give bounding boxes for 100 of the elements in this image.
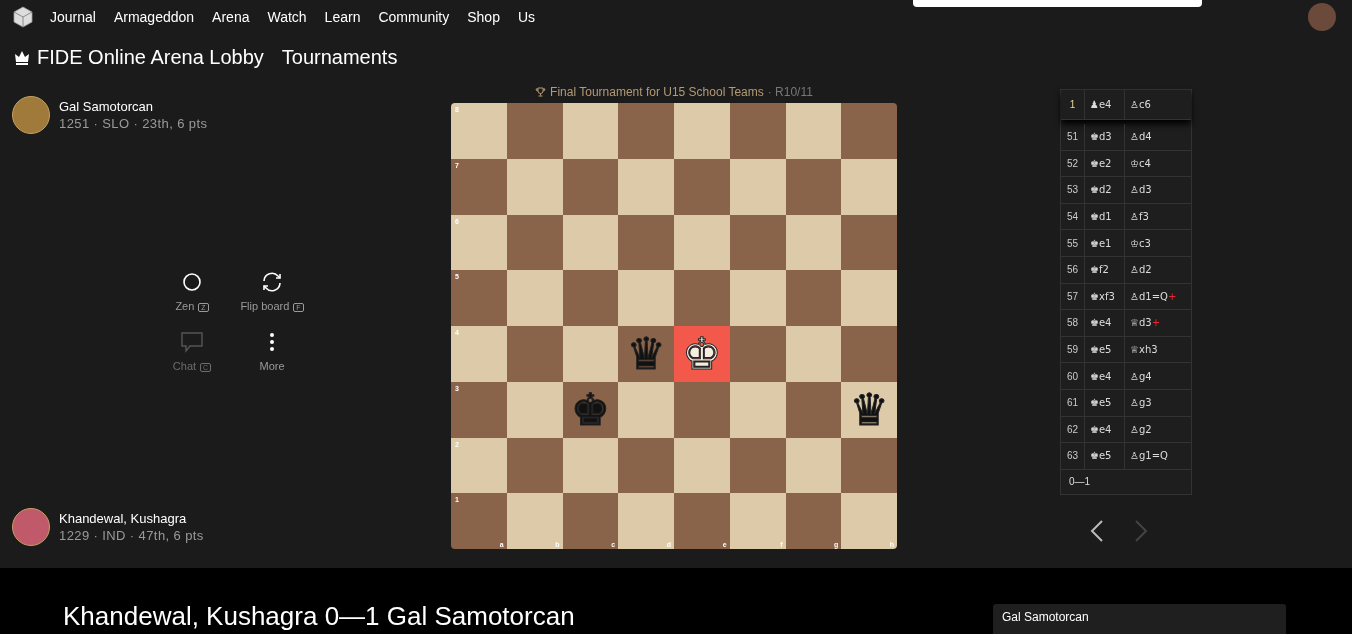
board-square[interactable]: ♛ [841, 381, 897, 438]
move-entry[interactable]: ♚f2 [1085, 256, 1125, 283]
player-name[interactable]: Khandewal, Kushagra [59, 511, 204, 526]
board-square[interactable] [562, 214, 619, 271]
move-entry[interactable]: ♔c4 [1125, 150, 1191, 177]
board-square[interactable] [785, 158, 842, 215]
move-entry[interactable]: ♚e1 [1085, 230, 1125, 256]
move-number: 58 [1061, 310, 1085, 336]
board-square[interactable] [841, 214, 897, 271]
move-entry[interactable]: ♕xh3 [1125, 336, 1191, 363]
board-square[interactable] [785, 214, 842, 271]
round-label: · R10/11 [767, 84, 813, 99]
move-entry[interactable]: ♚e2 [1085, 150, 1125, 177]
check-mark: + [1151, 317, 1161, 329]
board-square[interactable] [785, 326, 842, 382]
move-entry[interactable]: ♙g1=Q [1125, 443, 1191, 469]
board-square[interactable] [674, 437, 730, 494]
board-square[interactable] [506, 381, 563, 438]
move-entry[interactable]: ♕d3+ [1125, 310, 1191, 336]
chess-piece[interactable]: ♛ [626, 331, 666, 376]
move-entry[interactable]: ♙d1=Q+ [1125, 283, 1191, 310]
board-square[interactable] [674, 214, 730, 271]
nav-link[interactable]: Armageddon [113, 9, 195, 25]
move-number: 62 [1061, 416, 1085, 443]
board-square[interactable] [729, 214, 786, 271]
board-square[interactable] [785, 103, 842, 159]
move-number: 61 [1061, 389, 1085, 416]
move-number: 52 [1061, 150, 1085, 177]
user-avatar[interactable] [1308, 3, 1336, 31]
board-square[interactable] [785, 270, 842, 326]
move-entry[interactable]: ♚d2 [1085, 177, 1125, 203]
move-entry[interactable]: ♚e4 [1085, 416, 1125, 443]
move-entry[interactable]: ♙g4 [1125, 363, 1191, 389]
move-entry[interactable]: ♚e4 [1085, 310, 1125, 336]
board-square[interactable] [729, 381, 786, 438]
board-square[interactable] [785, 381, 842, 438]
board-square[interactable] [562, 326, 619, 382]
player-info: 1229 · IND · 47th, 6 pts [59, 528, 204, 543]
nav-link[interactable]: Community [378, 9, 450, 25]
move-number: 55 [1061, 230, 1085, 256]
nav-link[interactable]: Watch [267, 9, 307, 25]
move-entry[interactable]: ♙g2 [1125, 416, 1191, 443]
circle-icon [182, 272, 202, 292]
board-square[interactable] [785, 437, 842, 494]
board-square[interactable] [562, 270, 619, 326]
board-square[interactable]: ♚ [562, 381, 619, 438]
move-number: 1 [1061, 90, 1085, 119]
move-entry[interactable]: ♙d4 [1125, 124, 1191, 150]
board-square[interactable]: ♛ [618, 326, 674, 382]
board-square[interactable] [562, 158, 619, 215]
nav-link[interactable]: Arena [212, 9, 250, 25]
game-result: 0—1 [1068, 475, 1092, 490]
nav-link[interactable]: Us [517, 9, 536, 25]
more-button[interactable]: More [232, 330, 312, 372]
board-square[interactable] [506, 158, 563, 215]
move-entry[interactable]: ♙d3 [1125, 177, 1191, 203]
board-square[interactable] [618, 437, 674, 494]
speech-bubble-icon [180, 331, 204, 353]
trophy-icon [535, 86, 547, 97]
more-icon [270, 333, 274, 351]
board-square[interactable] [841, 437, 897, 494]
move-entry[interactable]: ♚e5 [1085, 336, 1125, 363]
player-info: 1251 · SLO · 23th, 6 pts [59, 116, 208, 131]
chess-piece[interactable]: ♛ [849, 387, 889, 432]
move-entry[interactable]: ♚xf3 [1085, 283, 1125, 310]
board-square[interactable] [729, 158, 786, 215]
player-name[interactable]: Gal Samotorcan [59, 99, 208, 114]
board-square[interactable] [506, 214, 563, 271]
nav-link[interactable]: Learn [324, 9, 361, 25]
chevron-left-icon [1090, 519, 1104, 542]
player-avatar [12, 508, 50, 546]
board-square[interactable] [562, 437, 619, 494]
board-square[interactable] [618, 214, 674, 271]
chess-piece[interactable]: ♚ [570, 387, 611, 432]
move-entry[interactable]: ♚e5 [1085, 389, 1125, 416]
move-entry[interactable]: ♙g3 [1125, 389, 1191, 416]
move-entry[interactable]: ♟e4 [1085, 90, 1125, 119]
move-number: 51 [1061, 124, 1085, 150]
game-title: Khandewal, Kushagra 0—1 Gal Samotorcan [63, 601, 575, 633]
move-entry[interactable]: ♙d2 [1125, 256, 1191, 283]
move-number: 57 [1061, 283, 1085, 310]
move-entry[interactable]: ♙c6 [1125, 90, 1191, 119]
previous-button[interactable] [1090, 519, 1104, 542]
tournament-link[interactable]: Final Tournament for U15 School Teams [550, 84, 764, 99]
move-entry[interactable]: ♚e4 [1085, 363, 1125, 389]
board-square[interactable] [729, 437, 786, 494]
breadcrumb-link[interactable]: Tournaments [281, 45, 398, 69]
move-entry[interactable]: ♚d1 [1085, 203, 1125, 230]
move-entry[interactable]: ♚e5 [1085, 443, 1125, 469]
move-entry[interactable]: ♚d3 [1085, 124, 1125, 150]
breadcrumb-link[interactable]: FIDE Online Arena Lobby [13, 45, 264, 69]
search-field[interactable] [913, 0, 1202, 7]
move-entry[interactable]: ♔c3 [1125, 230, 1191, 256]
board-square[interactable] [506, 437, 563, 494]
nav-link[interactable]: Shop [467, 9, 500, 25]
board-square[interactable] [562, 103, 619, 159]
check-mark: + [1167, 290, 1177, 302]
move-entry[interactable]: ♙f3 [1125, 203, 1191, 230]
cube-logo-icon[interactable] [12, 6, 34, 28]
nav-link[interactable]: Journal [50, 9, 96, 25]
